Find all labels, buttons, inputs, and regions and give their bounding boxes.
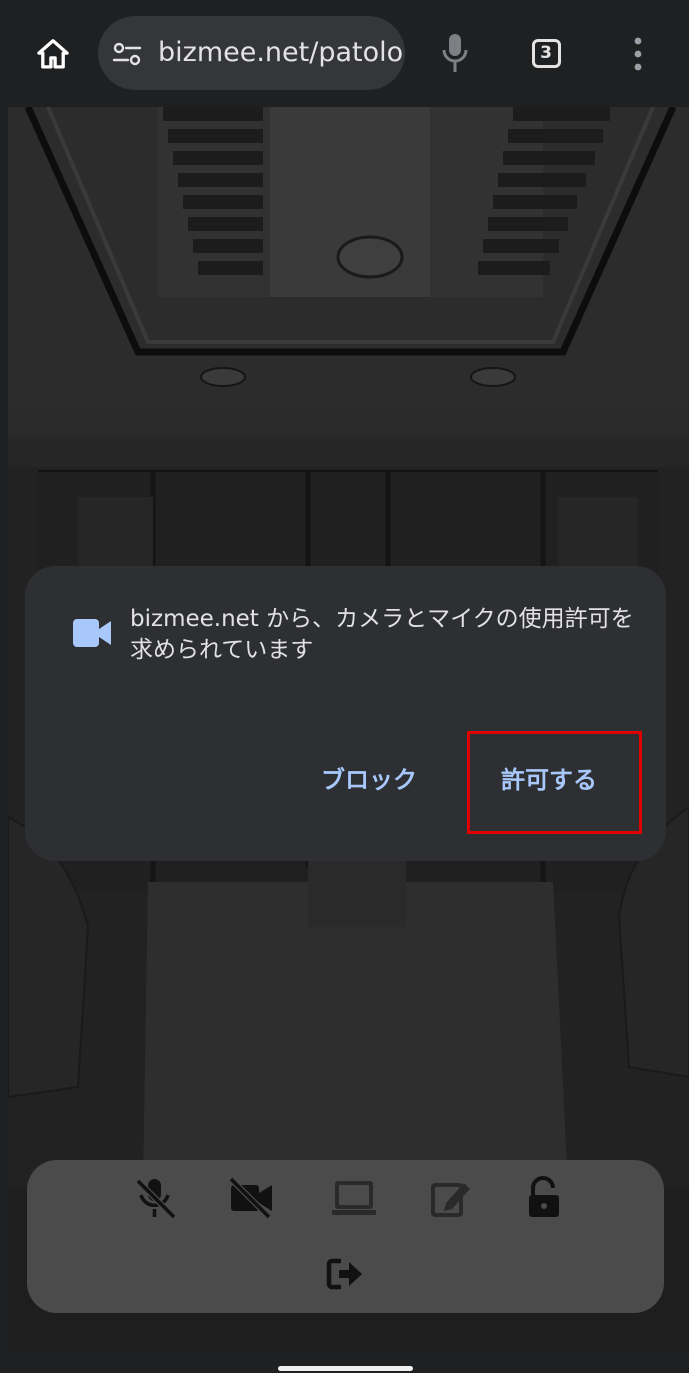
lock-open-icon [529, 1176, 559, 1217]
mute-microphone-button[interactable] [131, 1174, 179, 1222]
tab-switcher-button[interactable]: 3 [527, 34, 565, 72]
meeting-control-bar [27, 1160, 664, 1313]
overflow-menu-button[interactable] [624, 34, 652, 74]
mic-off-icon [135, 1178, 177, 1220]
exit-icon [326, 1258, 362, 1290]
microphone-icon [442, 34, 468, 72]
url-text[interactable]: bizmee.net/patolo [158, 38, 403, 68]
laptop-icon [332, 1181, 376, 1215]
screen: bizmee.net/patolo 3 bizmee.net から、カメラとマイ… [0, 0, 689, 1373]
block-button[interactable]: ブロック [321, 764, 417, 796]
screen-share-button[interactable] [330, 1174, 378, 1222]
system-navigation-bar [0, 1351, 689, 1373]
site-settings-button[interactable] [112, 39, 142, 69]
tune-icon [112, 42, 142, 66]
voice-search-button[interactable] [435, 30, 475, 76]
home-icon [37, 39, 69, 69]
more-vertical-icon [634, 37, 642, 71]
home-button[interactable] [27, 28, 79, 80]
videocam-icon [73, 619, 111, 647]
whiteboard-button[interactable] [427, 1174, 475, 1222]
tab-count: 3 [531, 38, 561, 68]
camera-toggle-button[interactable] [227, 1174, 275, 1222]
address-bar[interactable]: bizmee.net/patolo [98, 16, 405, 90]
permission-message: bizmee.net から、カメラとマイクの使用許可を求められています [130, 606, 634, 663]
gesture-handle[interactable] [278, 1366, 413, 1371]
permission-dialog: bizmee.net から、カメラとマイクの使用許可を求められています ブロック… [25, 566, 666, 861]
allow-button[interactable]: 許可する [501, 764, 597, 796]
leave-meeting-button[interactable] [321, 1250, 369, 1298]
browser-toolbar: bizmee.net/patolo 3 [0, 0, 689, 107]
lock-room-button[interactable] [520, 1174, 568, 1222]
videocam-off-icon [228, 1176, 272, 1220]
edit-icon [431, 1183, 470, 1217]
